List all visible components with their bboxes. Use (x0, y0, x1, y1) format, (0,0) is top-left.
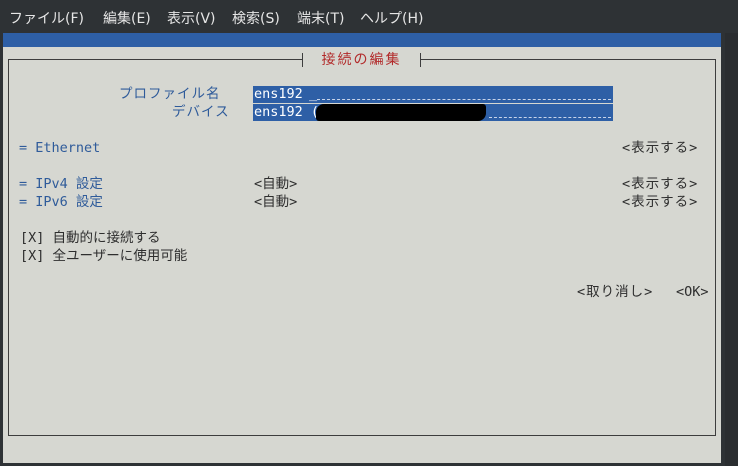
autoconnect-checkbox[interactable]: [X] 自動的に接続する (20, 230, 161, 246)
all-users-checkbox[interactable]: [X] 全ユーザーに使用可能 (20, 248, 187, 264)
ok-button[interactable]: <OK> (676, 284, 709, 300)
text-cursor: _ (309, 86, 318, 102)
device-label: デバイス (172, 104, 230, 120)
menu-bar: ファイル(F) 編集(E) 表示(V) 検索(S) 端末(T) ヘルプ(H) (0, 0, 738, 33)
ipv6-section: = IPv6 設定 (19, 194, 103, 210)
menu-help[interactable]: ヘルプ(H) (360, 8, 423, 28)
redaction-mark (316, 104, 486, 121)
menu-view[interactable]: 表示(V) (167, 8, 216, 28)
edit-connection-dialog: 接続の編集 プロファイル名 ens192 _ デバイス ens192 ( = E… (3, 47, 721, 463)
menu-file[interactable]: ファイル(F) (9, 8, 84, 28)
ipv6-mode-select[interactable]: <自動> (254, 194, 297, 210)
ipv4-show-button[interactable]: <表示する> (622, 176, 698, 192)
terminal-header-bar (3, 33, 721, 47)
profile-name-label: プロファイル名 (119, 86, 221, 102)
menu-edit[interactable]: 編集(E) (103, 8, 151, 28)
menu-terminal[interactable]: 端末(T) (297, 8, 344, 28)
device-field[interactable]: ens192 ( (253, 104, 613, 121)
field-underline (489, 116, 611, 118)
ipv4-mode-select[interactable]: <自動> (254, 176, 297, 192)
title-separator-right (420, 53, 421, 67)
dialog-title: 接続の編集 (303, 49, 420, 68)
field-underline (317, 98, 611, 100)
profile-name-field[interactable]: ens192 _ (253, 86, 613, 103)
cancel-button[interactable]: <取り消し> (577, 284, 653, 300)
ethernet-section[interactable]: = Ethernet (19, 140, 100, 156)
ethernet-show-button[interactable]: <表示する> (622, 140, 698, 156)
terminal-area[interactable]: 接続の編集 プロファイル名 ens192 _ デバイス ens192 ( = E… (0, 33, 738, 466)
ipv6-show-button[interactable]: <表示する> (622, 194, 698, 210)
device-value: ens192 ( (254, 104, 320, 120)
menu-search[interactable]: 検索(S) (232, 8, 280, 28)
profile-name-value: ens192 (254, 86, 303, 102)
ipv4-section: = IPv4 設定 (19, 176, 103, 192)
scrollbar[interactable] (725, 33, 738, 466)
